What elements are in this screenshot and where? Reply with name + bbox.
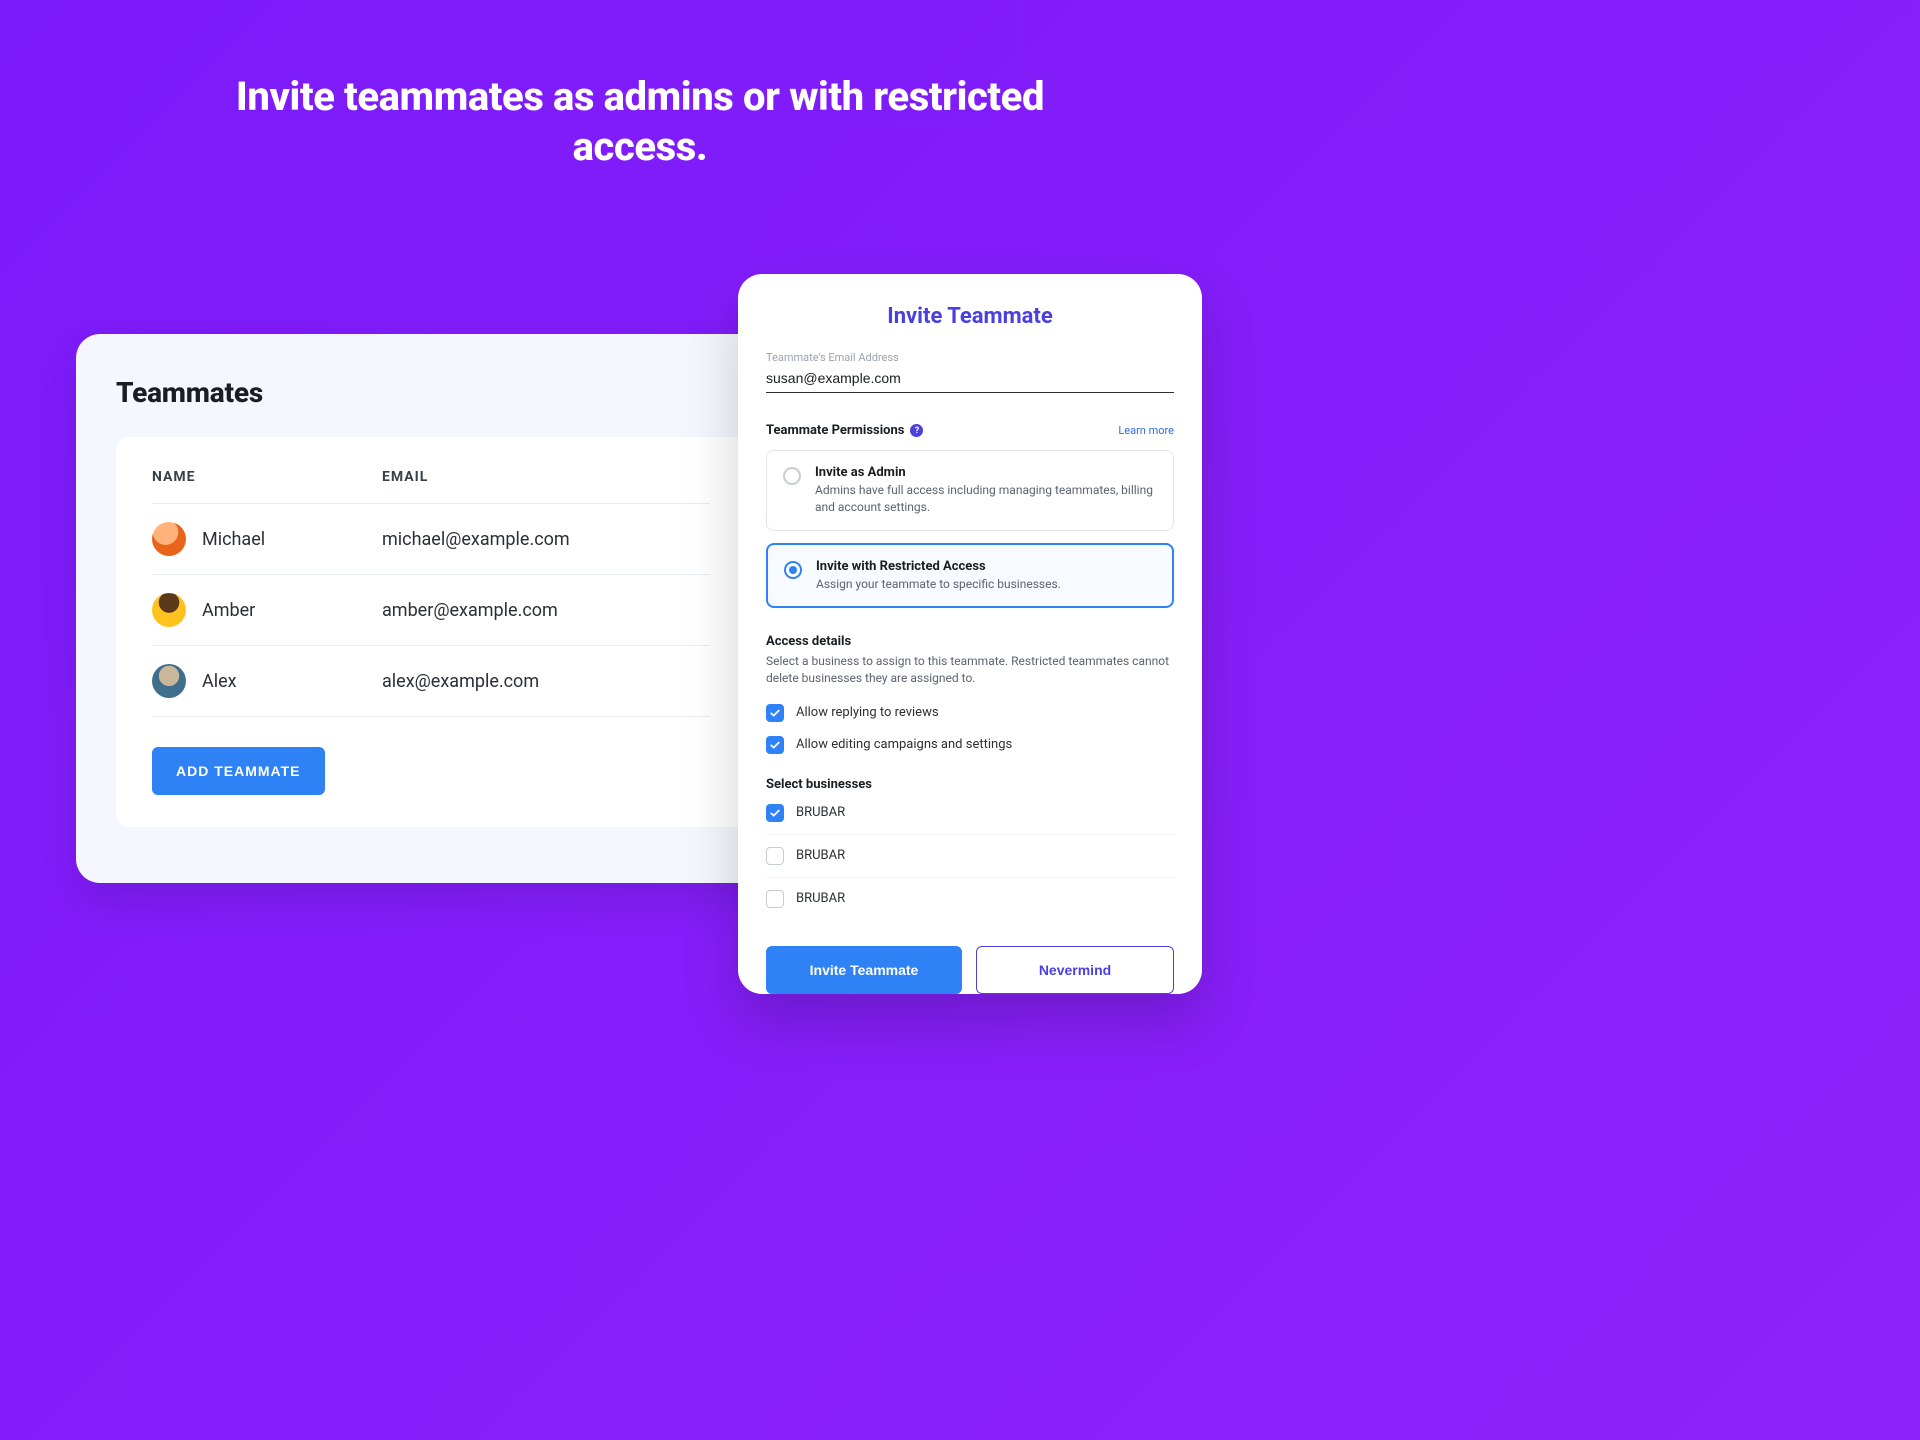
business-list: BRUBAR BRUBAR BRUBAR <box>766 792 1174 920</box>
teammate-name: Amber <box>202 600 255 621</box>
business-row: BRUBAR <box>766 834 1174 877</box>
access-toggle-row: Allow replying to reviews <box>766 697 1174 729</box>
access-toggle-row: Allow editing campaigns and settings <box>766 729 1174 761</box>
business-row: BRUBAR <box>766 877 1174 920</box>
check-icon <box>769 707 781 719</box>
business-name: BRUBAR <box>796 848 845 863</box>
checkbox-allow-reply-reviews[interactable] <box>766 704 784 722</box>
table-row[interactable]: Michael michael@example.com <box>152 504 710 575</box>
permission-option-admin[interactable]: Invite as Admin Admins have full access … <box>766 450 1174 531</box>
check-icon <box>769 807 781 819</box>
teammates-panel: Teammates NAME EMAIL Michael michael@exa… <box>76 334 786 883</box>
access-details-heading: Access details <box>766 634 1174 649</box>
select-businesses-heading: Select businesses <box>766 777 1174 792</box>
teammate-email: alex@example.com <box>382 671 710 692</box>
hero-title: Invite teammates as admins or with restr… <box>210 72 1070 172</box>
check-icon <box>769 739 781 751</box>
dialog-actions: Invite Teammate Nevermind <box>766 924 1174 994</box>
business-row: BRUBAR <box>766 792 1174 834</box>
column-name: NAME <box>152 469 382 485</box>
help-icon[interactable]: ? <box>910 424 923 437</box>
checkbox-allow-edit-campaigns[interactable] <box>766 736 784 754</box>
teammates-table-header: NAME EMAIL <box>152 463 710 504</box>
invite-teammate-button[interactable]: Invite Teammate <box>766 946 962 994</box>
radio-icon <box>784 561 802 579</box>
teammate-name: Michael <box>202 529 265 550</box>
permission-option-restricted[interactable]: Invite with Restricted Access Assign you… <box>766 543 1174 609</box>
checkbox-business[interactable] <box>766 890 784 908</box>
permissions-header: Teammate Permissions ? Learn more <box>766 423 1174 438</box>
email-field-label: Teammate's Email Address <box>766 351 1174 364</box>
teammate-email-input[interactable] <box>766 366 1174 393</box>
permission-option-desc: Assign your teammate to specific busines… <box>816 576 1061 593</box>
checkbox-business[interactable] <box>766 804 784 822</box>
business-name: BRUBAR <box>796 891 845 906</box>
avatar <box>152 593 186 627</box>
avatar <box>152 664 186 698</box>
permissions-label-text: Teammate Permissions <box>766 423 904 438</box>
email-field-wrapper: Teammate's Email Address <box>766 351 1174 393</box>
teammates-table: NAME EMAIL Michael michael@example.com A… <box>116 437 746 827</box>
table-row[interactable]: Amber amber@example.com <box>152 575 710 646</box>
avatar <box>152 522 186 556</box>
add-teammate-button[interactable]: ADD TEAMMATE <box>152 747 325 795</box>
invite-teammate-dialog: Invite Teammate Teammate's Email Address… <box>738 274 1202 994</box>
teammate-email: amber@example.com <box>382 600 710 621</box>
checkbox-label: Allow editing campaigns and settings <box>796 737 1012 752</box>
access-details-subtext: Select a business to assign to this team… <box>766 653 1174 687</box>
teammate-name: Alex <box>202 671 237 692</box>
permission-option-desc: Admins have full access including managi… <box>815 482 1157 516</box>
teammate-email: michael@example.com <box>382 529 710 550</box>
nevermind-button[interactable]: Nevermind <box>976 946 1174 994</box>
dialog-title: Invite Teammate <box>766 304 1174 329</box>
checkbox-label: Allow replying to reviews <box>796 705 939 720</box>
table-row[interactable]: Alex alex@example.com <box>152 646 710 717</box>
permission-option-title: Invite as Admin <box>815 465 1157 480</box>
teammates-heading: Teammates <box>116 376 746 409</box>
learn-more-link[interactable]: Learn more <box>1118 424 1174 437</box>
business-name: BRUBAR <box>796 805 845 820</box>
checkbox-business[interactable] <box>766 847 784 865</box>
permissions-label: Teammate Permissions ? <box>766 423 923 438</box>
radio-icon <box>783 467 801 485</box>
permission-option-title: Invite with Restricted Access <box>816 559 1061 574</box>
column-email: EMAIL <box>382 469 710 485</box>
